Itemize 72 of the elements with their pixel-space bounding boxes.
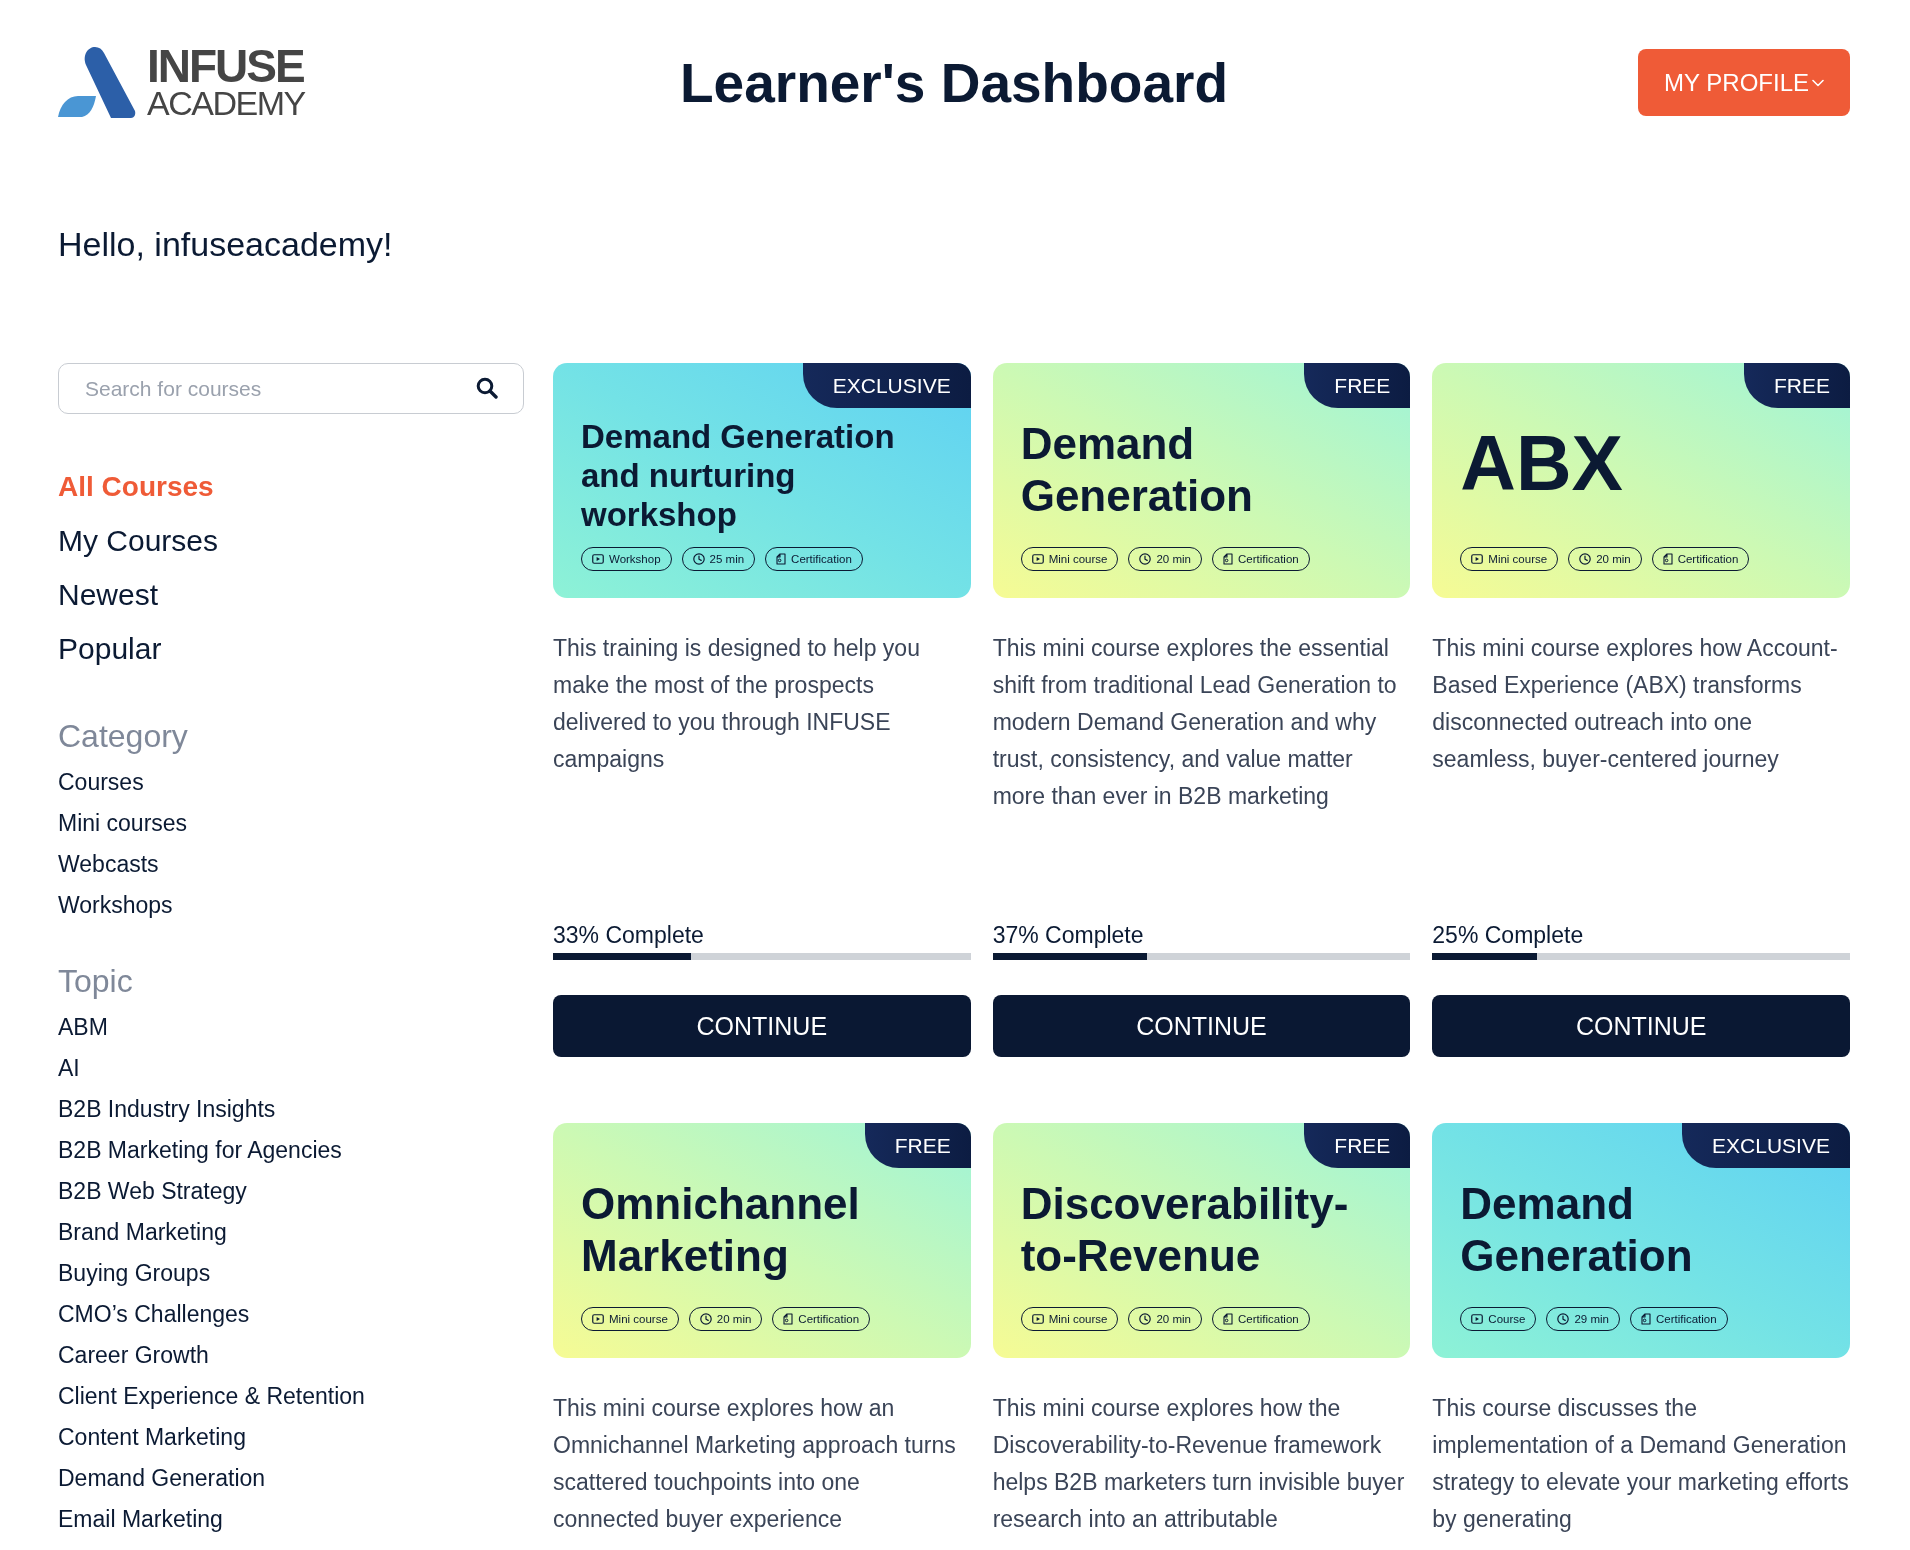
filter-link[interactable]: Client Experience & Retention (58, 1376, 365, 1417)
certificate-icon (1223, 553, 1233, 565)
filter-link[interactable]: ABM (58, 1007, 108, 1048)
filter-link[interactable]: Workshops (58, 885, 173, 926)
clock-icon (1139, 553, 1152, 565)
course-title: Discoverability-to-Revenue (1020, 1178, 1350, 1282)
filter-link[interactable]: Career Growth (58, 1335, 209, 1376)
video-icon (1031, 554, 1044, 564)
video-icon (1471, 1314, 1484, 1324)
progress-label: 37% Complete (992, 921, 1144, 949)
filter-heading: Topic (58, 962, 133, 1001)
course-title: ABX (1460, 419, 1623, 508)
access-badge: FREE (1304, 1123, 1411, 1168)
filter-link[interactable]: AI (58, 1048, 80, 1089)
filter-link[interactable]: Mini courses (58, 803, 188, 844)
course-description: This mini course explores the essential shift from traditional Lead Generation to modern Demand Generation and why trust, consistency, and value matter more than ever in B2B marketing (992, 634, 1398, 811)
course-title: Demand Generation (1460, 1178, 1694, 1282)
certificate-icon (1223, 1313, 1233, 1325)
access-badge: FREE (864, 1123, 971, 1168)
progress-label: 33% Complete (553, 921, 704, 949)
search-field[interactable]: Search for courses (58, 363, 524, 414)
video-icon (1471, 554, 1484, 564)
certificate-icon (776, 553, 787, 565)
course-description: This mini course explores how an Omnichannel Marketing approach turns scattered touchpoints into one connected buyer experience (553, 1394, 957, 1534)
filter-link[interactable]: CMO’s Challenges (58, 1294, 250, 1335)
access-badge: EXCLUSIVE (1682, 1123, 1850, 1168)
filter-link[interactable]: Email Marketing (58, 1499, 223, 1540)
continue-button[interactable]: CONTINUE (1432, 995, 1850, 1057)
access-badge: EXCLUSIVE (802, 363, 971, 408)
continue-button[interactable]: CONTINUE (553, 995, 971, 1057)
filter-link[interactable]: Content Marketing (58, 1417, 246, 1458)
caret-icon (1812, 78, 1824, 87)
filter-link[interactable]: B2B Industry Insights (58, 1089, 276, 1130)
progress-label: 25% Complete (1432, 921, 1584, 949)
access-badge: FREE (1304, 363, 1411, 408)
nav-link[interactable]: Popular (58, 622, 162, 676)
course-title: Demand Generation and nurturing workshop (581, 418, 896, 535)
course-description: This mini course explores how Account-Based Experience (ABX) transforms disconnected outreach into one seamless, buyer-centered journey (1432, 634, 1839, 774)
continue-button[interactable]: CONTINUE (992, 995, 1411, 1057)
filter-heading: Category (58, 717, 188, 756)
filter-link[interactable]: Brand Marketing (58, 1212, 227, 1253)
video-icon (592, 554, 604, 564)
video-icon (592, 1314, 604, 1324)
clock-icon (692, 553, 705, 565)
nav-link[interactable]: Newest (58, 568, 159, 622)
course-description: This training is designed to help you make the most of the prospects delivered to you through INFUSE campaigns (553, 634, 921, 774)
filter-link[interactable]: Demand Generation (58, 1458, 266, 1499)
page-title: Learner's Dashboard (680, 50, 1228, 115)
course-title: Omnichannel Marketing (581, 1178, 861, 1282)
clock-icon (1579, 553, 1592, 565)
filter-link[interactable]: B2B Web Strategy (58, 1171, 247, 1212)
course-title: Demand Generation (1020, 418, 1254, 522)
logo-icon (58, 47, 136, 118)
certificate-icon (1662, 553, 1673, 565)
nav-link[interactable]: My Courses (58, 514, 219, 568)
video-icon (1031, 1314, 1044, 1324)
greeting: Hello, infuseacademy! (58, 224, 393, 264)
filter-link[interactable]: Buying Groups (58, 1253, 211, 1294)
course-description: This course discusses the implementation of a Demand Generation strategy to elevate your marketing efforts by generating (1432, 1394, 1850, 1534)
brand-name: INFUSE (147, 45, 304, 86)
clock-icon (699, 1313, 712, 1325)
course-description: This mini course explores how the Discoverability-to-Revenue framework helps B2B marketers turn invisible buyer research into an attributable (992, 1394, 1406, 1534)
clock-icon (1139, 1313, 1152, 1325)
certificate-icon (1640, 1313, 1651, 1325)
brand-subtitle: ACADEMY (147, 85, 305, 120)
filter-link[interactable]: Courses (58, 762, 144, 803)
filter-link[interactable]: B2B Marketing for Agencies (58, 1130, 342, 1171)
search-icon[interactable] (476, 377, 498, 399)
access-badge: FREE (1743, 363, 1850, 408)
clock-icon (1557, 1313, 1570, 1325)
filter-link[interactable]: Webcasts (58, 844, 159, 885)
certificate-icon (783, 1313, 794, 1325)
